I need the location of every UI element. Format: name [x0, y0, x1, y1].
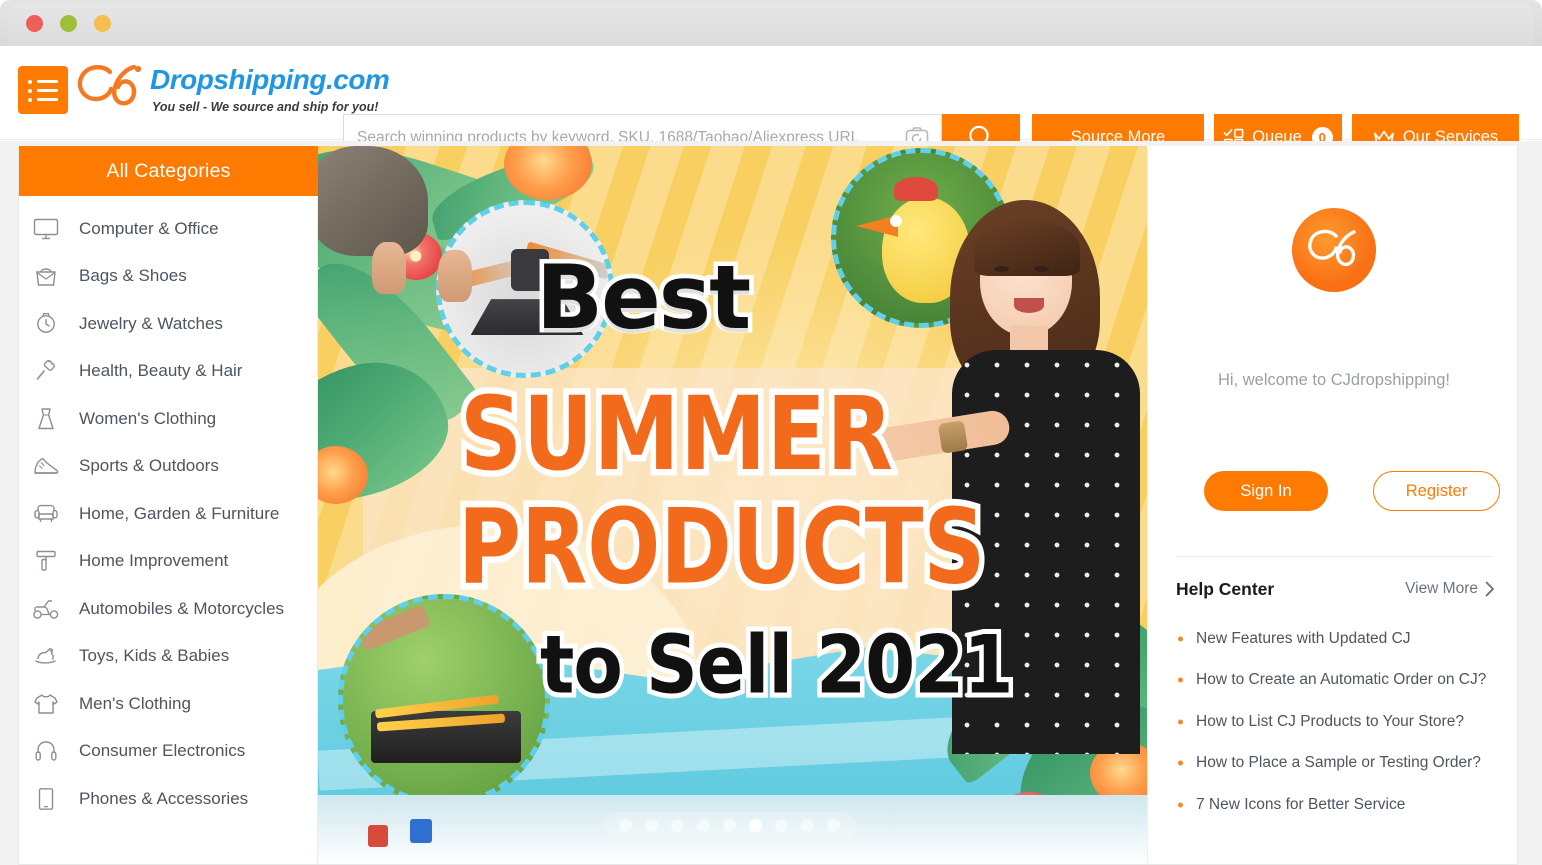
sidebar-item-bags-shoes[interactable]: Bags & Shoes: [19, 253, 317, 301]
sidebar-item-label: Bags & Shoes: [79, 266, 187, 286]
carousel-dot[interactable]: [827, 819, 840, 832]
carousel-dot-active[interactable]: [749, 819, 762, 832]
sign-in-button[interactable]: Sign In: [1204, 471, 1328, 511]
help-center-title: Help Center: [1176, 579, 1275, 599]
sidebar-item-label: Computer & Office: [79, 218, 219, 238]
sidebar-item-womens-clothing[interactable]: Women's Clothing: [19, 395, 317, 443]
sneaker-icon: [29, 451, 63, 481]
sidebar-item-label: Home, Garden & Furniture: [79, 503, 280, 523]
headphones-icon: [29, 736, 63, 766]
cj-logo-avatar-icon: [1308, 229, 1356, 267]
sidebar-item-label: Home Improvement: [79, 551, 229, 571]
titlebar-inner: [8, 4, 1534, 46]
list-item[interactable]: How to Create an Automatic Order on CJ?: [1176, 660, 1506, 702]
avatar[interactable]: [1292, 208, 1376, 292]
window-minimize-button[interactable]: [60, 15, 77, 32]
welcome-message: Hi, welcome to CJdropshipping!: [1217, 371, 1451, 389]
window-titlebar: [0, 0, 1542, 46]
window-maximize-button[interactable]: [94, 15, 111, 32]
list-item[interactable]: New Features with Updated CJ: [1176, 618, 1506, 660]
scooter-icon: [29, 594, 63, 624]
sidebar-item-computer-office[interactable]: Computer & Office: [19, 205, 317, 253]
monitor-icon: [29, 214, 63, 244]
headline-line-2: SUMMER: [455, 375, 899, 494]
sidebar-item-label: Men's Clothing: [79, 693, 191, 713]
content-card: All Categories Computer & Office Bags & …: [18, 146, 1518, 865]
sidebar-item-label: Toys, Kids & Babies: [79, 646, 230, 666]
watch-icon: [29, 309, 63, 339]
sidebar-item-consumer-electronics[interactable]: Consumer Electronics: [19, 728, 317, 776]
section-divider: [1176, 556, 1492, 557]
sidebar-item-sports-outdoors[interactable]: Sports & Outdoors: [19, 443, 317, 491]
carousel-dot[interactable]: [775, 819, 788, 832]
main-region: All Categories Computer & Office Bags & …: [0, 141, 1542, 865]
sidebar-item-label: Phones & Accessories: [79, 788, 249, 808]
window-close-button[interactable]: [26, 15, 43, 32]
site-header: Dropshipping.com You sell - We source an…: [0, 46, 1542, 161]
chevron-right-icon: [1485, 581, 1494, 597]
hairbrush-icon: [29, 356, 63, 386]
account-panel: Hi, welcome to CJdropshipping! Sign In R…: [1147, 146, 1517, 864]
category-list: Computer & Office Bags & Shoes Jewelry &…: [19, 196, 317, 823]
sidebar-item-label: Health, Beauty & Hair: [79, 361, 243, 381]
sidebar-item-label: Consumer Electronics: [79, 741, 246, 761]
sidebar-item-label: Automobiles & Motorcycles: [79, 598, 285, 618]
browser-page: Dropshipping.com You sell - We source an…: [0, 46, 1542, 865]
list-item[interactable]: How to Place a Sample or Testing Order?: [1176, 743, 1506, 785]
headline-line-1: Best: [531, 246, 755, 349]
carousel-dot[interactable]: [801, 819, 814, 832]
hamburger-menu-icon[interactable]: [18, 66, 68, 114]
banner-headline: Best SUMMER PRODUCTS to Sell 2021: [318, 146, 1147, 864]
hero-banner-slide[interactable]: Best SUMMER PRODUCTS to Sell 2021: [318, 146, 1147, 864]
carousel-dot[interactable]: [645, 819, 658, 832]
sidebar-item-home-improvement[interactable]: Home Improvement: [19, 538, 317, 586]
category-sidebar: All Categories Computer & Office Bags & …: [19, 146, 318, 864]
headline-line-3: PRODUCTS: [452, 487, 990, 608]
dress-icon: [29, 404, 63, 434]
cj-monogram-icon: [77, 64, 142, 106]
carousel-dot[interactable]: [619, 819, 632, 832]
smartphone-icon: [29, 784, 63, 814]
tshirt-icon: [29, 689, 63, 719]
sidebar-item-toys-kids-babies[interactable]: Toys, Kids & Babies: [19, 633, 317, 681]
brand-tagline: You sell - We source and ship for you!: [152, 100, 379, 114]
armchair-icon: [29, 499, 63, 529]
view-more-label: View More: [1405, 580, 1478, 597]
brand-name: Dropshipping.com: [150, 64, 390, 95]
all-categories-header: All Categories: [19, 146, 318, 196]
sidebar-item-health-beauty-hair[interactable]: Health, Beauty & Hair: [19, 348, 317, 396]
sidebar-item-label: Jewelry & Watches: [79, 313, 223, 333]
headline-line-4: to Sell 2021: [535, 617, 1017, 712]
carousel-dot[interactable]: [697, 819, 710, 832]
sidebar-item-automobiles-motorcycles[interactable]: Automobiles & Motorcycles: [19, 585, 317, 633]
brand-logo[interactable]: Dropshipping.com You sell - We source an…: [74, 62, 390, 124]
sidebar-item-phones-accessories[interactable]: Phones & Accessories: [19, 775, 317, 823]
sidebar-item-home-garden-furniture[interactable]: Home, Garden & Furniture: [19, 490, 317, 538]
handbag-icon: [29, 261, 63, 291]
sidebar-item-mens-clothing[interactable]: Men's Clothing: [19, 680, 317, 728]
carousel-dots: [603, 812, 856, 839]
sidebar-item-label: Women's Clothing: [79, 408, 217, 428]
help-center-list: New Features with Updated CJ How to Crea…: [1176, 618, 1506, 826]
list-item[interactable]: 7 New Icons for Better Service: [1176, 784, 1506, 826]
paint-roller-icon: [29, 546, 63, 576]
rocking-horse-icon: [29, 641, 63, 671]
carousel-dot[interactable]: [723, 819, 736, 832]
list-item[interactable]: How to List CJ Products to Your Store?: [1176, 701, 1506, 743]
view-more-link[interactable]: View More: [1405, 580, 1495, 598]
register-button[interactable]: Register: [1373, 471, 1500, 511]
carousel-dot[interactable]: [671, 819, 684, 832]
sidebar-item-label: Sports & Outdoors: [79, 456, 219, 476]
sidebar-item-jewelry-watches[interactable]: Jewelry & Watches: [19, 300, 317, 348]
